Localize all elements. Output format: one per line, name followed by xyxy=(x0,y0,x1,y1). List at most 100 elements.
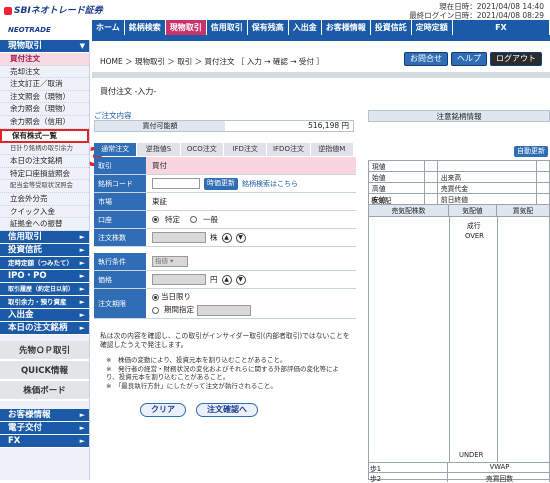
top-actions: お問合せ ヘルプ ログアウト xyxy=(404,52,542,66)
tab-normal[interactable]: 通常注文 xyxy=(94,143,138,156)
confirm-order-button[interactable]: 注文確認へ xyxy=(196,403,258,417)
tab-stop-m[interactable]: 逆指値M xyxy=(310,143,354,156)
order-type-tabs: 通常注文 逆指値S OCO注文 IFD注文 IFDO注文 逆指値M xyxy=(94,143,354,156)
sidebar-section-history[interactable]: 取引履歴（約定日以前） ► xyxy=(0,282,89,296)
nav-home[interactable]: ホーム xyxy=(92,20,125,35)
nav-customer-info[interactable]: お客様情報 xyxy=(322,20,371,35)
nav-holdings[interactable]: 保有残高 xyxy=(248,20,289,35)
sidebar-section-deposit[interactable]: 入出金 ► xyxy=(0,308,89,322)
quote-cell: 売買代金 xyxy=(436,182,538,194)
sidebar-section-today[interactable]: 本日の注文銘柄 ► xyxy=(0,321,89,335)
price-input[interactable] xyxy=(152,274,206,285)
table-row: 始値 出来高 xyxy=(367,171,550,183)
sidebar-item-specific-account[interactable]: 特定口座損益照会 xyxy=(0,168,89,181)
account-general-radio[interactable] xyxy=(190,216,197,223)
sidebar-section-funds[interactable]: 投資信託 ► xyxy=(0,243,89,257)
price-refresh-button[interactable]: 時価更新 xyxy=(204,177,238,190)
nav-fx[interactable]: FX xyxy=(453,20,550,35)
tab-stop-s[interactable]: 逆指値S xyxy=(137,143,181,156)
chevron-right-icon: ► xyxy=(79,297,85,306)
sidebar-item-sell-order[interactable]: 売却注文 xyxy=(0,66,89,79)
decrease-icon[interactable]: ▼ xyxy=(235,274,246,285)
sub-nav-bar xyxy=(92,35,550,41)
condition-select[interactable]: 指値 ▾ xyxy=(152,256,188,267)
stock-search-link[interactable]: 銘柄検索はこちら xyxy=(242,175,298,193)
brand-logo[interactable]: SBIネオトレード証券 xyxy=(4,3,103,16)
nav-funds[interactable]: 投資信託 xyxy=(371,20,412,35)
decrease-icon[interactable]: ▼ xyxy=(235,232,246,243)
sidebar-item-cash-capacity[interactable]: 余力照会（現物） xyxy=(0,103,89,116)
row-account: 口座 特定 一般 xyxy=(94,211,356,229)
quantity-unit: 株 xyxy=(210,232,218,242)
increase-icon[interactable]: ▲ xyxy=(221,232,232,243)
section-label: 取引余力・預り資産 xyxy=(8,297,67,306)
notice-item: ※ 「最良執行方針」にしたがって注文が執行されること。 xyxy=(106,381,277,390)
sidebar-section-periodic[interactable]: 定時定額（つみたて） ► xyxy=(0,256,89,270)
section-label: 本日の注文銘柄 xyxy=(8,322,68,333)
sidebar-item-today-orders[interactable]: 本日の注文銘柄 xyxy=(0,155,89,168)
contact-button[interactable]: お問合せ xyxy=(404,52,448,66)
period-date-input[interactable] xyxy=(197,304,251,316)
sidebar-section-assets[interactable]: 取引余力・預り資産 ► xyxy=(0,295,89,309)
sidebar-section-fx[interactable]: FX ► xyxy=(0,434,89,448)
quote-panel-header: 注意銘柄情報 xyxy=(368,110,550,122)
board-header: 売気配株数 気配値 買気配 xyxy=(369,205,549,217)
sidebar-futures[interactable]: 先物ＯＰ取引 xyxy=(0,340,89,361)
period-today-radio[interactable] xyxy=(152,293,159,301)
clear-button[interactable]: クリア xyxy=(140,403,186,417)
chevron-right-icon: ► xyxy=(79,410,85,419)
account-specific-radio[interactable] xyxy=(152,216,159,223)
sidebar-section-customer[interactable]: お客様情報 ► xyxy=(0,408,89,422)
sidebar-item-daytrade[interactable]: 日計り銘柄の取引余力 xyxy=(0,143,89,156)
sidebar-item-buy-order[interactable]: 買付注文 xyxy=(0,53,89,66)
code-input[interactable] xyxy=(152,178,200,189)
auto-update-button[interactable]: 自動更新 xyxy=(514,146,548,157)
neotrade-logo: NEOTRADE xyxy=(8,26,51,34)
row-market: 市場 東証 xyxy=(94,193,356,211)
time-info: 現在日時：2021/04/08 14:40 最終ログイン日時：2021/04/0… xyxy=(409,2,544,20)
tab-oco[interactable]: OCO注文 xyxy=(180,143,224,156)
quantity-input[interactable] xyxy=(152,232,206,243)
period-range-radio[interactable] xyxy=(152,306,159,314)
nav-cash-trading[interactable]: 現物取引 xyxy=(165,20,207,35)
quote-cell xyxy=(424,160,438,172)
chevron-right-icon: ► xyxy=(79,232,85,241)
sidebar-item-quick-deposit[interactable]: クイック入金 xyxy=(0,206,89,219)
sidebar-item-holdings-list[interactable]: 保有株式一覧 xyxy=(0,128,89,143)
period-range: 期間指定 xyxy=(152,304,251,316)
section-label: IPO・PO xyxy=(8,270,47,281)
sidebar-section-cash[interactable]: 現物取引 ▼ xyxy=(0,40,89,53)
period-today: 当日限り xyxy=(152,291,191,303)
sidebar-item-margin-transfer[interactable]: 証拠金への振替 xyxy=(0,218,89,231)
period-options: 当日限り 期間指定 xyxy=(146,289,356,318)
sidebar-section-ipo[interactable]: IPO・PO ► xyxy=(0,269,89,283)
sidebar-quick-info[interactable]: QUICK情報 xyxy=(0,360,89,381)
sidebar-stock-board[interactable]: 株価ボード xyxy=(0,380,89,401)
tab-ifdo[interactable]: IFDO注文 xyxy=(267,143,311,156)
section-label: 信用取引 xyxy=(8,231,43,242)
help-button[interactable]: ヘルプ xyxy=(451,52,487,66)
insider-notice: 私は次の内容を確認し、この取引がインサイダー取引(内部者取引)ではないことを確認… xyxy=(100,332,350,390)
chevron-right-icon: ► xyxy=(79,423,85,432)
chevron-down-icon: ▾ xyxy=(170,257,174,265)
sidebar-section-edoc[interactable]: 電子交付 ► xyxy=(0,421,89,435)
nav-periodic[interactable]: 定時定額 xyxy=(412,20,453,35)
trade-label: 取引 xyxy=(94,157,146,174)
board-head-price: 気配値 xyxy=(449,205,497,216)
condition-value: 指値 ▾ xyxy=(146,253,356,270)
nav-margin-trading[interactable]: 信用取引 xyxy=(207,20,248,35)
logout-button[interactable]: ログアウト xyxy=(490,52,542,66)
increase-icon[interactable]: ▲ xyxy=(221,274,232,285)
nav-stock-search[interactable]: 銘柄検索 xyxy=(125,20,166,35)
sidebar-item-order-cancel[interactable]: 注文訂正／取消 xyxy=(0,78,89,91)
nav-deposit[interactable]: 入出金 xyxy=(289,20,322,35)
account-options: 特定 一般 xyxy=(146,211,356,228)
sidebar-item-margin-capacity[interactable]: 余力照会（信用） xyxy=(0,116,89,129)
sidebar-item-order-inquiry[interactable]: 注文照会（現物） xyxy=(0,91,89,104)
row-code: 銘柄コード 時価更新 銘柄検索はこちら xyxy=(94,175,356,193)
sidebar-item-dividend[interactable]: 配当金等受取状況照会 xyxy=(0,180,89,193)
sidebar-section-margin[interactable]: 信用取引 ► xyxy=(0,230,89,244)
tab-ifd[interactable]: IFD注文 xyxy=(223,143,268,156)
code-value: 時価更新 銘柄検索はこちら xyxy=(146,175,356,192)
sidebar-item-off-floor[interactable]: 立会外分売 xyxy=(0,193,89,206)
